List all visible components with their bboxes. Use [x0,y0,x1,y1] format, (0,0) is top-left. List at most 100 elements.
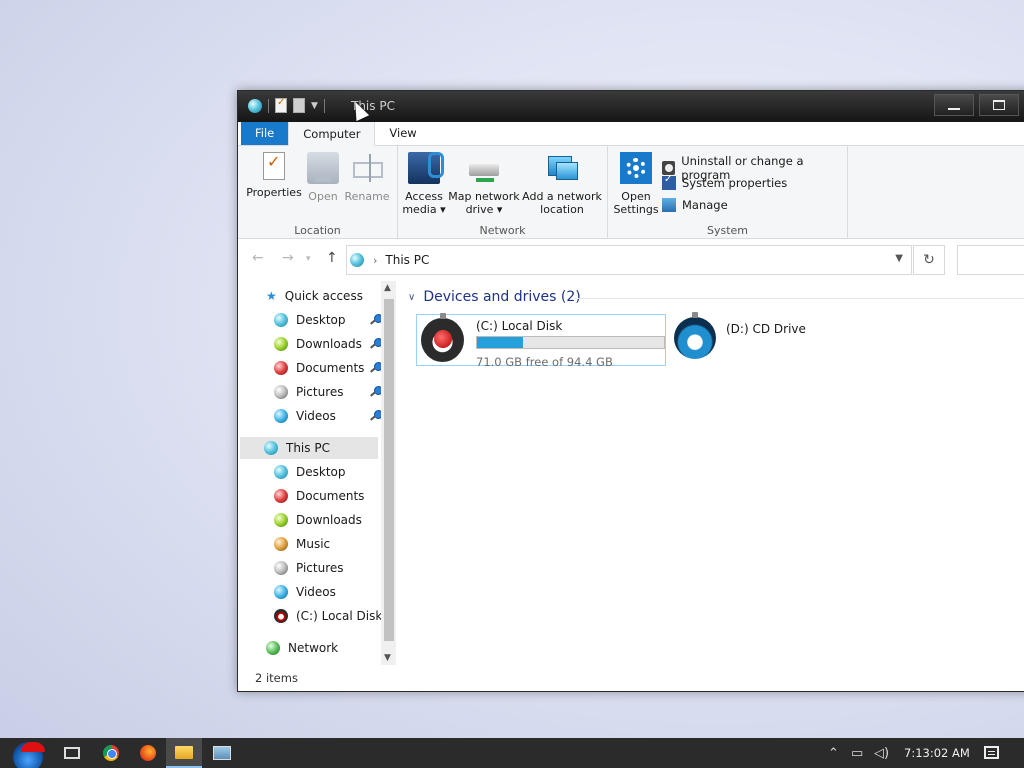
system-properties-icon [662,174,676,190]
manage-label: Manage [682,198,728,212]
rename-button[interactable]: Rename [344,152,390,203]
access-media-label-2: media [402,203,437,216]
taskbar-clock[interactable]: 7:13:02 AM [904,746,970,760]
nav-pc-documents[interactable]: Documents [274,485,364,507]
chrome-taskbar-button[interactable] [93,738,129,768]
drive-tile-d[interactable]: (D:) CD Drive [674,312,844,366]
ribbon: Properties Open Rename Location Access m… [238,146,1024,239]
nav-pc-desktop[interactable]: Desktop [274,461,346,483]
nav-label: Downloads [296,337,362,351]
tab-file[interactable]: File [241,121,289,145]
this-pc-icon[interactable] [248,98,262,113]
scroll-up-arrow-icon[interactable]: ▲ [384,283,391,293]
open-settings-label-1: Open [621,190,651,203]
add-location-label-2: location [540,203,584,216]
firefox-taskbar-button[interactable] [130,738,166,768]
breadcrumb-this-pc[interactable]: This PC [385,253,429,267]
ribbon-tabs: File Computer View [238,121,1024,146]
nav-label: This PC [286,441,330,455]
scrollbar-thumb[interactable] [384,299,394,641]
start-button[interactable] [6,738,50,768]
properties-qat-icon[interactable] [275,97,287,113]
tab-computer[interactable]: Computer [288,121,376,146]
volume-tray-icon[interactable]: ◁) [874,738,889,768]
nav-label: Videos [296,585,336,599]
star-icon: ★ [266,289,277,303]
drive-tile-c[interactable]: (C:) Local Disk 71.0 GB free of 94.4 GB [416,313,666,369]
network-tray-icon[interactable]: ▭ [851,738,863,768]
action-center-icon[interactable] [984,746,999,759]
nav-quick-pictures[interactable]: Pictures [274,381,383,403]
local-disk-icon [274,609,288,623]
manage-button[interactable]: Manage [662,198,728,212]
back-arrow-icon[interactable]: ← [252,250,264,266]
add-location-label-1: Add a network [522,190,602,203]
videos-icon [274,409,288,423]
nav-pc-pictures[interactable]: Pictures [274,557,344,579]
nav-label: Desktop [296,313,346,327]
photos-taskbar-button[interactable] [204,738,240,768]
nav-this-pc[interactable]: This PC [240,437,378,459]
nav-pc-local-disk[interactable]: (C:) Local Disk [274,605,382,627]
collapse-chevron-down-icon[interactable]: ∨ [408,292,415,303]
new-folder-qat-icon[interactable] [293,98,305,113]
access-media-button[interactable]: Access media ▾ [402,152,446,216]
scroll-down-arrow-icon[interactable]: ▼ [384,653,391,663]
content-area: ∨ Devices and drives (2) (C:) Local Disk… [408,281,1024,665]
pictures-icon [274,385,288,399]
refresh-button[interactable]: ↻ [913,245,945,275]
this-pc-icon [350,253,364,267]
nav-network[interactable]: Network [266,637,338,659]
open-button[interactable]: Open [306,152,340,203]
videos-icon [274,585,288,599]
status-item-count: 2 items [255,671,298,685]
nav-pc-videos[interactable]: Videos [274,581,336,603]
system-properties-button[interactable]: System properties [662,174,787,190]
add-network-location-button[interactable]: Add a network location [522,152,602,216]
properties-label: Properties [246,186,302,199]
breadcrumb-chevron-right-icon[interactable]: › [373,254,377,267]
task-view-button[interactable] [54,738,90,768]
maximize-button[interactable] [979,94,1019,116]
nav-label: Quick access [284,289,363,303]
nav-quick-documents[interactable]: Documents [274,357,383,379]
search-input[interactable] [957,245,1024,275]
nav-quick-access[interactable]: ★ Quick access [266,285,363,307]
customize-qat-chevron-down-icon[interactable]: ▼ [311,101,318,111]
nav-quick-downloads[interactable]: Downloads [274,333,383,355]
recent-locations-chevron-down-icon[interactable]: ▾ [306,254,311,264]
group-label-location: Location [294,224,341,237]
rename-icon [351,152,383,184]
desktop-icon [274,465,288,479]
file-explorer-taskbar-button[interactable] [166,738,202,768]
tab-view[interactable]: View [375,121,430,145]
show-hidden-icons-chevron-up-icon[interactable]: ⌃ [828,738,839,768]
pictures-icon [274,561,288,575]
picture-icon [213,746,231,760]
address-history-chevron-down-icon[interactable]: ▼ [895,253,903,264]
map-network-drive-button[interactable]: Map network drive ▾ [448,152,520,216]
nav-pc-downloads[interactable]: Downloads [274,509,362,531]
properties-button[interactable]: Properties [246,152,302,199]
up-arrow-icon[interactable]: ↑ [326,250,338,266]
group-label-network: Network [479,224,526,237]
navigation-scrollbar[interactable]: ▲ ▼ [381,281,396,665]
open-settings-button[interactable]: Open Settings [612,152,660,216]
documents-icon [274,489,288,503]
minimize-button[interactable] [934,94,974,116]
address-bar[interactable]: › This PC ▼ [346,245,912,275]
devices-and-drives-header[interactable]: ∨ Devices and drives (2) [408,289,581,305]
nav-pc-music[interactable]: Music [274,533,330,555]
nav-label: Videos [296,409,336,423]
drive-d-name: (D:) CD Drive [726,322,806,336]
open-icon [307,152,339,184]
forward-arrow-icon[interactable]: → [282,250,294,266]
open-settings-label-2: Settings [613,203,659,216]
uninstall-icon [662,161,676,175]
drive-c-free-space: 71.0 GB free of 94.4 GB [476,355,613,369]
group-label-system: System [706,224,749,237]
nav-quick-desktop[interactable]: Desktop [274,309,383,331]
nav-quick-videos[interactable]: Videos [274,405,383,427]
settings-icon [620,152,652,184]
local-disk-icon [421,313,464,362]
